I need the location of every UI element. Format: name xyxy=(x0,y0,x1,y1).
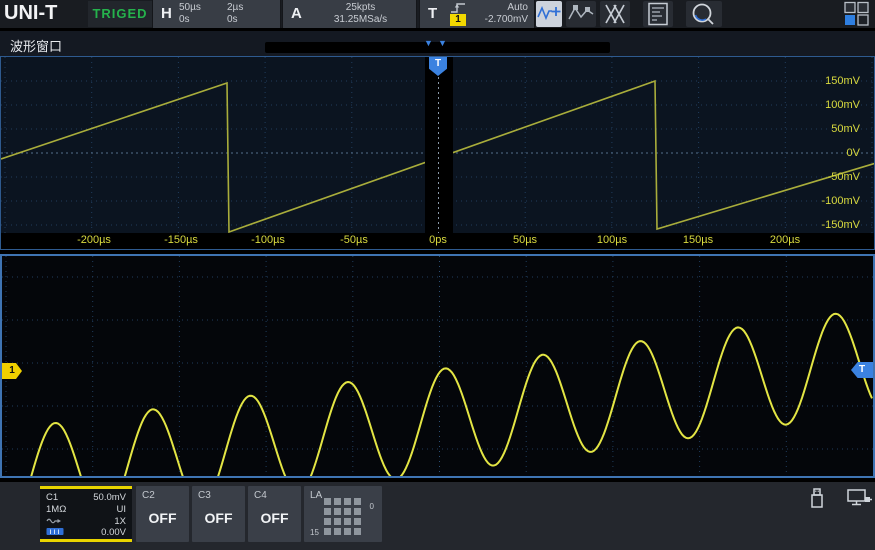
digital-channel-dot xyxy=(324,528,331,535)
zoom-waveform-plot xyxy=(2,256,873,476)
bandwidth-limit-icon xyxy=(46,527,64,536)
time-label: 100µs xyxy=(597,234,627,246)
voltage-label: 50mV xyxy=(790,122,860,136)
logic-analyzer-tile[interactable]: LA 0 15 xyxy=(304,486,382,542)
channel1-offset: 0.00V xyxy=(101,527,126,539)
list-document-icon xyxy=(643,1,673,27)
trigger-sweep-value: Auto xyxy=(507,3,528,13)
zoom-timebase-value: 2µs xyxy=(227,3,243,13)
trigger-label: T xyxy=(428,5,437,22)
channel1-name: C1 xyxy=(46,492,58,503)
cursor-measure-button[interactable] xyxy=(566,1,596,27)
voltage-label: -50mV xyxy=(790,170,860,184)
digital-channel-dot xyxy=(354,528,361,535)
oscilloscope-screen: UNI-T TRIGED H 50µs 0s 2µs 0s A 25kpts 3… xyxy=(0,0,875,550)
digital-channel-dot xyxy=(334,518,341,525)
channel4-name: C4 xyxy=(254,490,267,501)
waveform-navigate-button[interactable] xyxy=(536,1,562,27)
window-grid-icon xyxy=(843,1,871,27)
magnifier-icon xyxy=(686,1,722,27)
window-title: 波形窗口 xyxy=(10,36,62,55)
zoom-waveform-window[interactable]: 1 T xyxy=(0,254,875,478)
rising-edge-icon xyxy=(450,2,466,14)
trigger-status-badge: TRIGED xyxy=(88,1,152,27)
events-list-button[interactable] xyxy=(643,1,673,27)
lan-monitor-icon[interactable] xyxy=(846,487,872,509)
zoom-region-left-marker-icon[interactable]: ▼ xyxy=(424,39,433,48)
digital-channel-dot xyxy=(354,518,361,525)
channel1-scale: 50.0mV xyxy=(93,492,126,504)
time-label: 150µs xyxy=(683,234,713,246)
logic-analyzer-name: LA xyxy=(310,490,322,501)
digital-channel-dot xyxy=(344,528,351,535)
horizontal-label: H xyxy=(161,5,172,22)
time-label: -100µs xyxy=(251,234,285,246)
time-label: -200µs xyxy=(77,234,111,246)
channel1-coupling: UI xyxy=(117,504,127,516)
trigger-settings-button[interactable]: T 1 Auto -2.700mV xyxy=(419,0,535,28)
bottom-channel-bar: ‹ C1 50.0mV 1MΩ UI 1X 0.00V xyxy=(0,482,875,550)
main-delay-value: 0s xyxy=(179,15,190,25)
digital-channel-dot xyxy=(334,508,341,515)
channel2-tile[interactable]: C2 OFF xyxy=(136,486,189,542)
channel1-impedance: 1MΩ xyxy=(46,504,66,515)
acquire-settings-button[interactable]: A 25kpts 31.25MSa/s xyxy=(282,0,417,28)
time-label: -50µs xyxy=(340,234,368,246)
time-label: 0ps xyxy=(429,234,447,246)
digital-channel-dot xyxy=(354,498,361,505)
digital-channel-dot xyxy=(344,518,351,525)
zoom-region-right-marker-icon[interactable]: ▼ xyxy=(438,39,447,48)
digital-channel-dot xyxy=(324,518,331,525)
digital-channel-dot xyxy=(354,508,361,515)
top-toolbar: UNI-T TRIGED H 50µs 0s 2µs 0s A 25kpts 3… xyxy=(0,0,875,28)
zoom-search-button[interactable] xyxy=(686,1,722,27)
acquire-label: A xyxy=(291,5,302,22)
channel3-name: C3 xyxy=(198,490,211,501)
voltage-label: 0V xyxy=(790,146,860,160)
channel3-tile[interactable]: C3 OFF xyxy=(192,486,245,542)
digital-last-channel: 15 xyxy=(310,528,319,537)
channel3-state: OFF xyxy=(192,510,245,526)
main-timebase-value: 50µs xyxy=(179,3,201,13)
time-label: 50µs xyxy=(513,234,537,246)
digital-channel-dot xyxy=(334,498,341,505)
channel4-tile[interactable]: C4 OFF xyxy=(248,486,301,542)
horizontal-settings-button[interactable]: H 50µs 0s 2µs 0s xyxy=(152,0,281,28)
channel2-name: C2 xyxy=(142,490,155,501)
waveform-crosshair-icon xyxy=(536,1,562,27)
overview-waveform-window[interactable]: T 150mV 100mV 50mV 0V -50mV -100mV -150m… xyxy=(0,56,875,250)
digital-channel-dot xyxy=(344,498,351,505)
channel4-state: OFF xyxy=(248,510,301,526)
channel1-tile[interactable]: C1 50.0mV 1MΩ UI 1X 0.00V xyxy=(40,486,132,542)
digital-channel-dot xyxy=(324,498,331,505)
time-label: 200µs xyxy=(770,234,800,246)
sample-rate-value: 31.25MSa/s xyxy=(311,15,410,25)
memory-depth-value: 25kpts xyxy=(311,3,410,13)
voltage-label: -100mV xyxy=(790,194,860,208)
cursor-ab-waveform-icon xyxy=(566,1,596,27)
waveform-window-titlebar: 波形窗口 ▼ ▼ xyxy=(0,31,875,56)
voltage-label: 100mV xyxy=(790,98,860,112)
zoom-delay-value: 0s xyxy=(227,15,238,25)
usb-device-icon[interactable] xyxy=(806,486,828,510)
window-layout-button[interactable] xyxy=(843,1,871,27)
trigger-level-value: -2.700mV xyxy=(485,15,528,25)
brand-logo: UNI-T xyxy=(4,2,57,25)
voltage-label: 150mV xyxy=(790,74,860,88)
trigger-source-badge: 1 xyxy=(450,14,466,26)
digital-channel-dot xyxy=(324,508,331,515)
digital-first-channel: 0 xyxy=(370,502,374,511)
digital-channel-dot xyxy=(334,528,341,535)
voltage-label: -150mV xyxy=(790,218,860,232)
coupling-waveform-icon xyxy=(46,516,62,525)
channel2-state: OFF xyxy=(136,510,189,526)
digital-channel-dot xyxy=(344,508,351,515)
xy-mode-button[interactable] xyxy=(600,1,630,27)
xy-pattern-icon xyxy=(600,1,630,27)
time-axis-strip: -200µs -150µs -100µs -50µs 0ps 50µs 100µ… xyxy=(1,233,874,249)
time-label: -150µs xyxy=(164,234,198,246)
trigger-position-line xyxy=(425,57,453,233)
